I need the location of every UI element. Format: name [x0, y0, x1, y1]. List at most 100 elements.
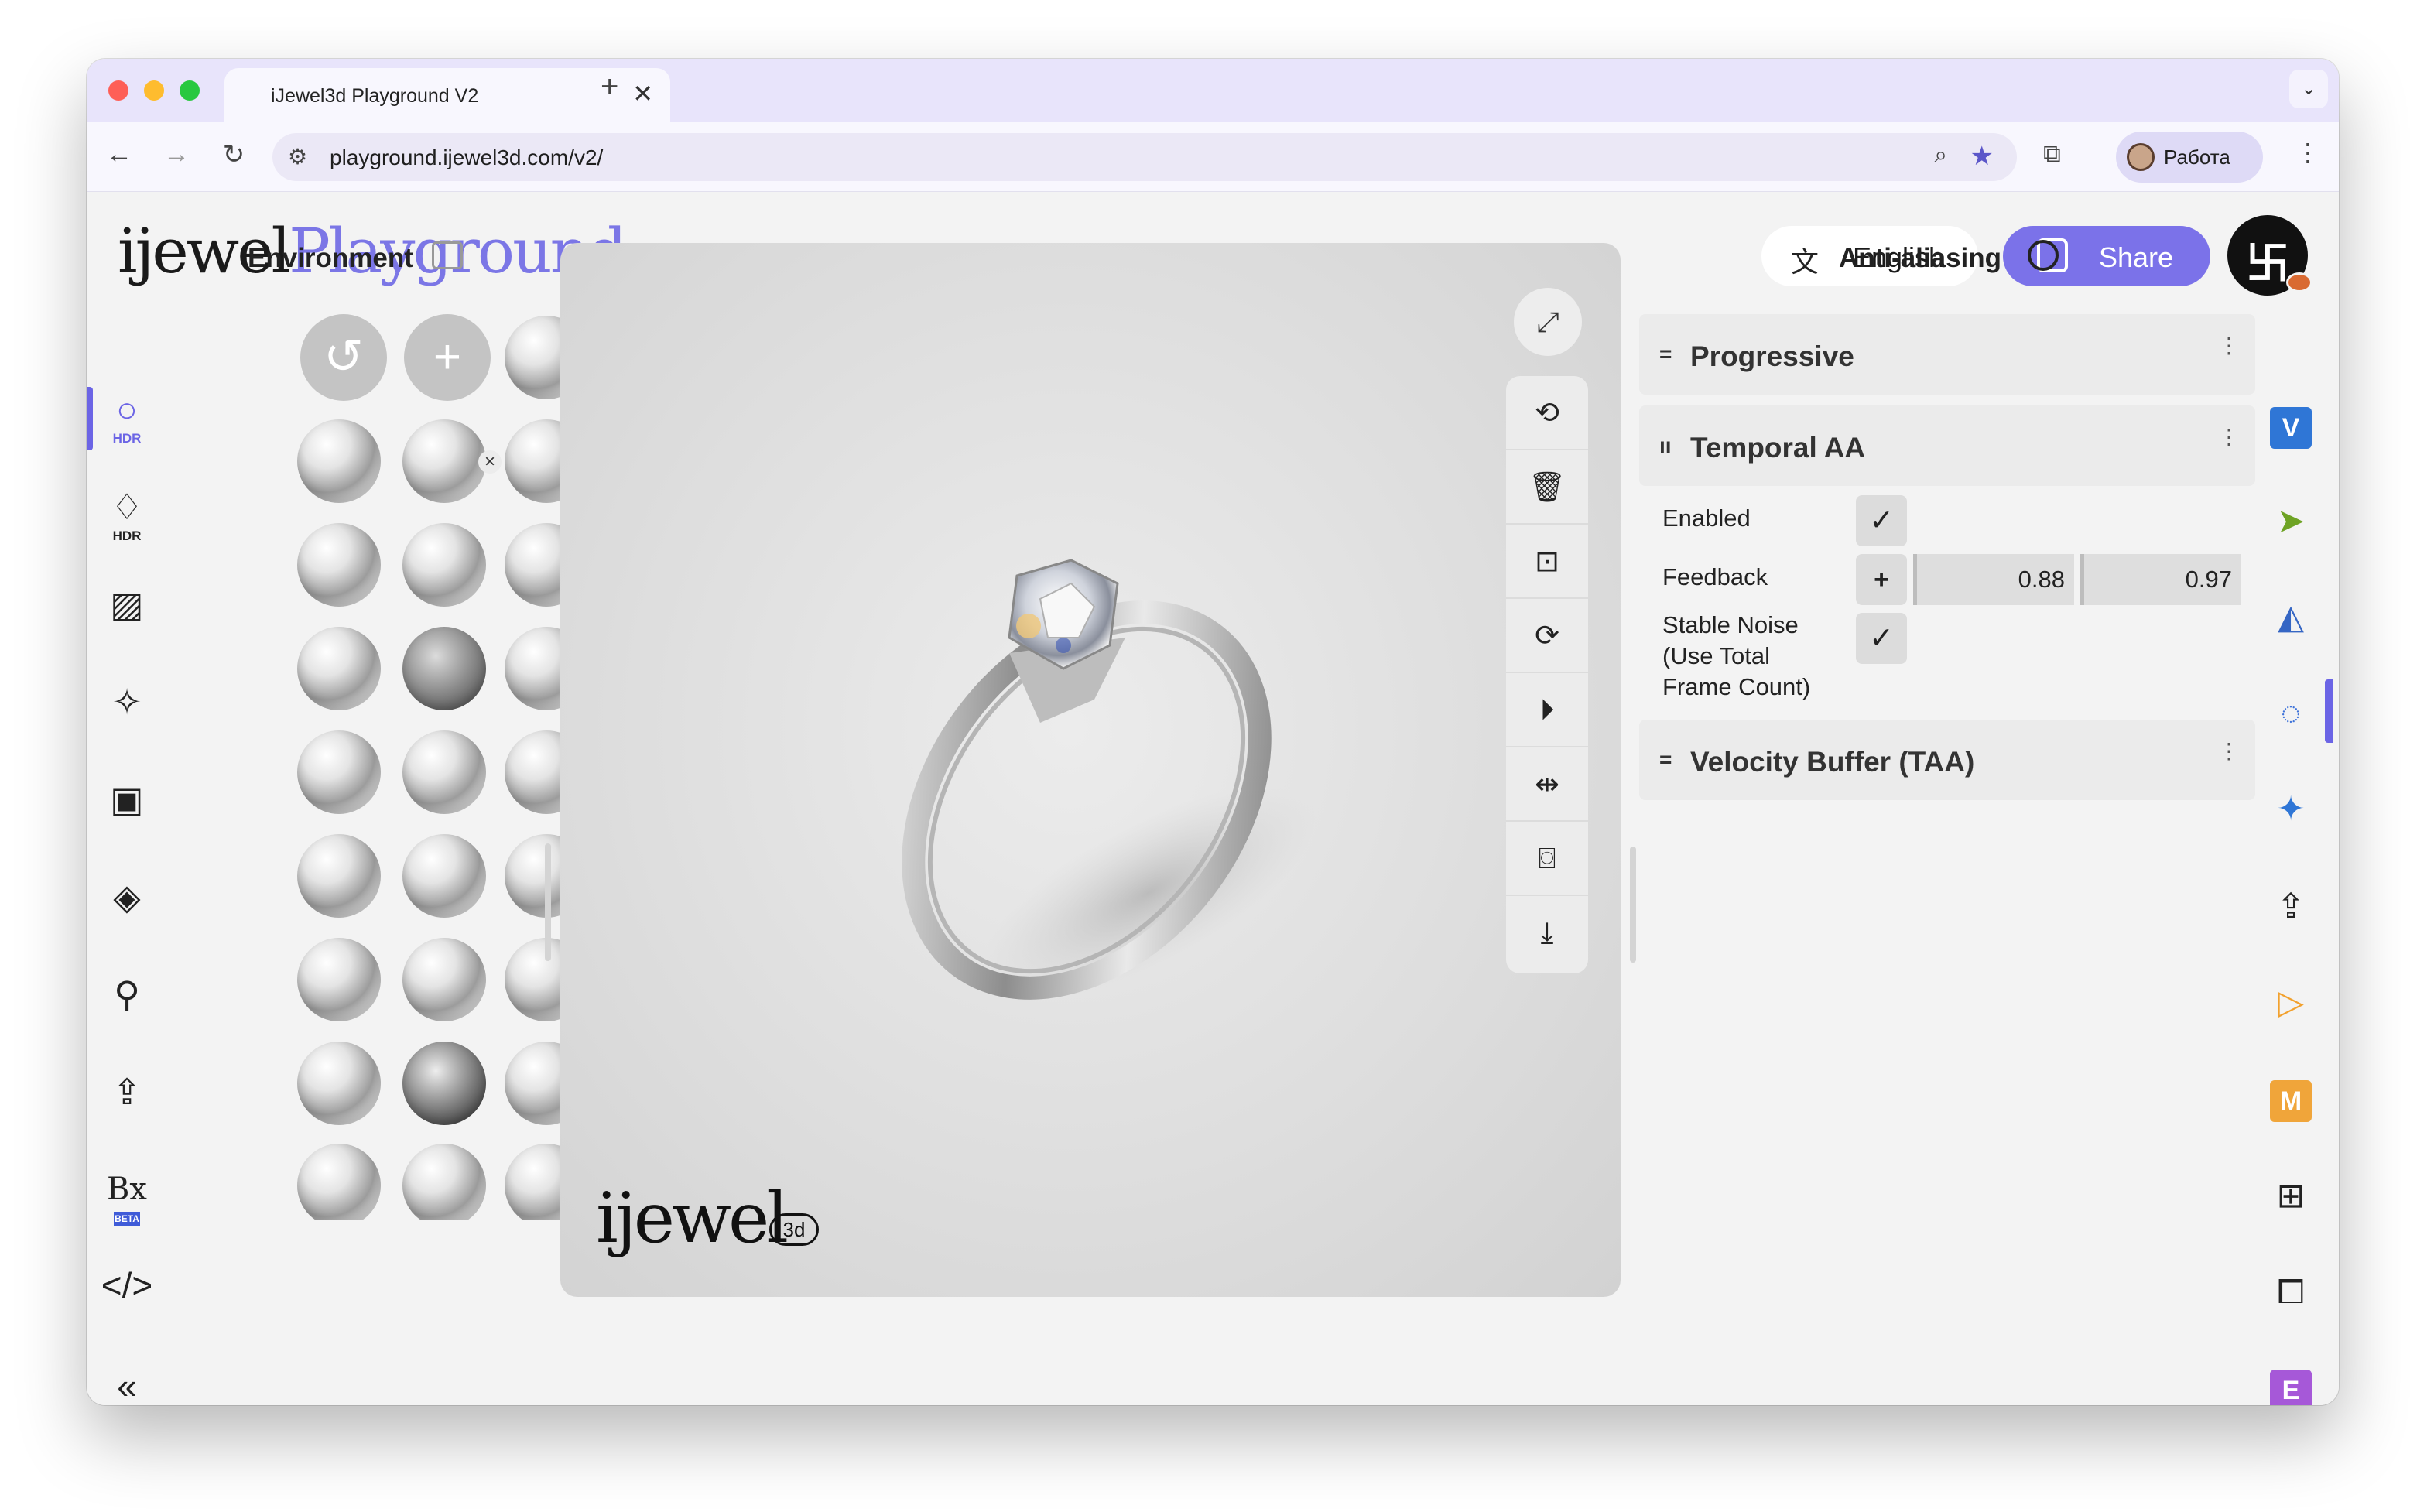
fullscreen-icon[interactable]: ⤢ — [1514, 288, 1582, 356]
sync-icon[interactable]: ⟳ — [1506, 599, 1588, 673]
loader-ring-icon[interactable]: ◌ — [2263, 686, 2319, 741]
stable-noise-checkbox[interactable]: ✓ — [1856, 613, 1907, 664]
section-velocity-buffer[interactable]: = Velocity Buffer (TAA) ⋮ — [1639, 720, 2255, 800]
section-progressive[interactable]: = Progressive ⋮ — [1639, 314, 2255, 395]
minimize-window-button[interactable] — [144, 80, 164, 101]
rail-item-background[interactable]: ▣ — [94, 777, 159, 842]
site-settings-icon[interactable]: ⚙ — [288, 144, 307, 169]
rail-item-upload[interactable]: ⇪ — [94, 1069, 159, 1134]
environment-thumbnail[interactable] — [297, 938, 381, 1021]
environment-thumbnail[interactable] — [297, 419, 381, 503]
environment-info-icon[interactable] — [432, 241, 463, 269]
v-badge-icon[interactable]: V — [2263, 398, 2319, 453]
download-icon[interactable]: ⤓ — [1506, 896, 1588, 970]
feedback-adjust-button[interactable]: + — [1856, 554, 1907, 605]
hdr-ring-icon: ○ — [116, 389, 138, 429]
kebab-menu-icon[interactable]: ⋮ — [2295, 138, 2320, 167]
tab-close-icon[interactable]: ✕ — [632, 79, 653, 108]
rotate-icon[interactable]: ⟲ — [1506, 376, 1588, 450]
environment-thumbnail[interactable] — [297, 523, 381, 607]
rail-item-hdr-diamond[interactable]: ♢ HDR — [94, 484, 159, 549]
rail-item-materials[interactable]: ⚲ — [94, 972, 159, 1037]
more-options-icon[interactable]: ⋮ — [2218, 738, 2240, 764]
url-text[interactable]: playground.ijewel3d.com/v2/ — [330, 145, 603, 170]
environment-thumbnail[interactable] — [402, 627, 486, 710]
tab-strip: iJewel3d Playground V2 ✕ + ⌄ — [87, 59, 2339, 122]
section-title: Temporal AA — [1690, 432, 1866, 464]
maximize-window-button[interactable] — [180, 80, 200, 101]
play-triangle-icon[interactable]: ▷ — [2263, 975, 2319, 1031]
environment-thumbnail[interactable] — [297, 1144, 381, 1220]
environment-grid: ↺ + — [211, 314, 613, 1220]
environment-thumbnail[interactable] — [402, 834, 486, 918]
feedback-max-input[interactable]: 0.97 — [2080, 554, 2241, 605]
focus-icon[interactable]: ⊡ — [1506, 525, 1588, 599]
reload-icon[interactable]: ↻ — [217, 139, 251, 170]
environment-thumbnail[interactable] — [402, 1042, 486, 1125]
add-environment-button[interactable]: + — [404, 314, 491, 401]
user-badge-icon — [2286, 272, 2312, 292]
environment-thumbnail[interactable] — [402, 938, 486, 1021]
extensions-icon[interactable]: ⧉ — [2043, 139, 2061, 169]
more-options-icon[interactable]: ⋮ — [2218, 333, 2240, 358]
section-temporal-aa[interactable]: ıı Temporal AA ⋮ — [1639, 405, 2255, 486]
hatch-pattern-icon: ▨ — [110, 584, 144, 624]
environment-thumbnail[interactable] — [297, 834, 381, 918]
reset-environment-button[interactable]: ↺ — [300, 314, 387, 401]
rail-item-effects[interactable]: ✧ — [94, 679, 159, 744]
rail-item-bx[interactable]: Bx BETA — [94, 1167, 159, 1232]
environment-thumbnail[interactable] — [402, 419, 486, 503]
cursor-arrow-icon[interactable]: ➤ — [2263, 494, 2319, 549]
m-badge-icon[interactable]: M — [2263, 1071, 2319, 1127]
drag-handle-icon[interactable]: = — [1659, 747, 1672, 772]
translate-icon: 文 — [1791, 246, 1819, 278]
back-arrow-icon[interactable]: ← — [102, 139, 136, 169]
environment-thumbnail[interactable] — [297, 627, 381, 710]
tab-search-button[interactable]: ⌄ — [2289, 70, 2328, 108]
pivot-icon[interactable]: ⇹ — [1506, 747, 1588, 822]
environment-thumbnail[interactable] — [297, 1042, 381, 1125]
collapse-chevrons-icon: « — [117, 1366, 137, 1405]
hdr-diamond-icon: ♢ — [111, 487, 143, 527]
environment-scrollbar[interactable] — [545, 843, 551, 961]
rail-item-ground[interactable]: ◈ — [94, 874, 159, 939]
collapse-sidebar-button[interactable]: « — [94, 1363, 159, 1405]
3d-viewport[interactable]: ⤢ ⟲ 🗑 ⊡ ⟳ ⏵ ⇹ ⌼ ⤓ ijewel 3d — [560, 243, 1621, 1297]
drag-handle-icon[interactable]: = — [1659, 342, 1672, 367]
panel-resize-handle[interactable] — [1630, 847, 1636, 963]
browser-window: iJewel3d Playground V2 ✕ + ⌄ ← → ↻ ⚙ pla… — [87, 59, 2339, 1405]
environment-thumbnail[interactable] — [402, 730, 486, 814]
drag-handle-icon[interactable]: ıı — [1659, 433, 1672, 458]
e-badge-icon[interactable]: E — [2263, 1360, 2319, 1405]
sparkle-icon[interactable]: ✦ — [2263, 782, 2319, 837]
shapes-icon[interactable]: ◭ — [2263, 590, 2319, 645]
remove-environment-icon[interactable]: × — [478, 450, 502, 474]
environment-title: Environment — [248, 243, 413, 273]
play-icon[interactable]: ⏵ — [1506, 673, 1588, 747]
upload-box-icon[interactable]: ⇪ — [2263, 879, 2319, 935]
enabled-checkbox[interactable]: ✓ — [1856, 495, 1907, 546]
rail-item-hdr-env[interactable]: ○ HDR — [94, 387, 159, 452]
share-label: Share — [2099, 241, 2174, 273]
rail-item-pattern[interactable]: ▨ — [94, 582, 159, 647]
camera-icon[interactable]: ⌼ — [1506, 822, 1588, 896]
profile-button[interactable]: Работа — [2116, 132, 2263, 183]
ring-icon: ⚲ — [114, 974, 140, 1014]
bookmark-star-icon[interactable]: ★ — [1970, 141, 1994, 172]
trash-icon[interactable]: 🗑 — [1506, 450, 1588, 525]
search-icon[interactable] — [2028, 240, 2059, 271]
more-options-icon[interactable]: ⋮ — [2218, 424, 2240, 450]
address-bar[interactable]: ⚙ playground.ijewel3d.com/v2/ ⌕ ★ — [272, 133, 2017, 181]
upload-box-icon: ⇪ — [111, 1072, 142, 1112]
close-window-button[interactable] — [108, 80, 128, 101]
new-tab-button[interactable]: + — [601, 70, 618, 104]
environment-thumbnail[interactable] — [402, 523, 486, 607]
feedback-min-input[interactable]: 0.88 — [1913, 554, 2074, 605]
forward-arrow-icon[interactable]: → — [159, 139, 193, 169]
environment-thumbnail[interactable] — [402, 1144, 486, 1220]
zoom-icon[interactable]: ⌕ — [1934, 142, 1947, 169]
environment-thumbnail[interactable] — [297, 730, 381, 814]
puzzle-icon[interactable]: ⧠ — [2263, 1264, 2319, 1320]
rail-item-code[interactable]: </> — [94, 1263, 159, 1328]
grid-icon[interactable]: ⊞ — [2263, 1168, 2319, 1224]
